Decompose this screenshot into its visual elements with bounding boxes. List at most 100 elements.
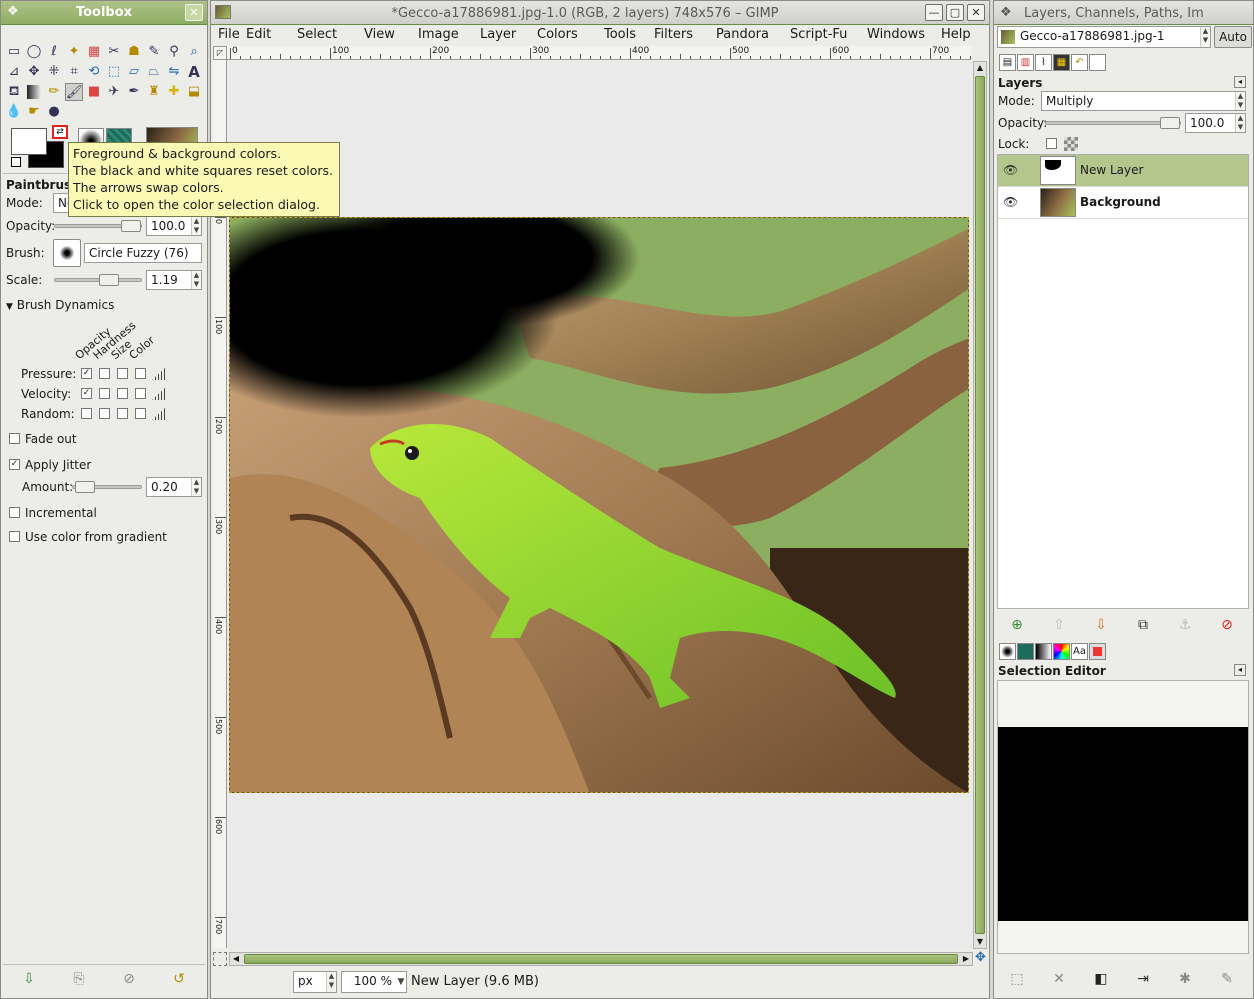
layer-mode-select[interactable]: Multiply ▲ ▼ [1041, 91, 1246, 111]
align-icon[interactable]: ⁜ [45, 63, 63, 81]
brush-preview-button[interactable] [53, 239, 81, 267]
perspective-icon[interactable]: ⏢ [145, 63, 163, 81]
brush-name-field[interactable]: Circle Fuzzy (76) [84, 243, 202, 263]
dynamics-checkbox[interactable] [135, 408, 146, 419]
rotate-icon[interactable]: ⟲ [85, 63, 103, 81]
menu-scriptfu[interactable]: Script-Fu [790, 27, 847, 42]
ink-icon[interactable]: ✒ [125, 83, 143, 101]
amount-slider-knob[interactable] [75, 481, 95, 493]
spin-arrows-icon[interactable]: ▲ ▼ [1200, 27, 1210, 47]
scroll-down-icon[interactable]: ▼ [974, 936, 986, 948]
menu-layer[interactable]: Layer [480, 27, 516, 42]
scale-spinbox[interactable]: 1.19 ▲ ▼ [146, 270, 202, 290]
maximize-icon[interactable]: ▢ [946, 4, 964, 21]
eye-icon[interactable]: 👁 [1003, 163, 1018, 177]
blend-icon[interactable] [27, 85, 41, 99]
foreground-color-swatch[interactable] [11, 128, 47, 155]
undo-tab-icon[interactable]: ↶ [1071, 54, 1088, 71]
color-picker-icon[interactable]: ⚲ [165, 43, 183, 61]
scale-slider-knob[interactable] [99, 274, 119, 286]
curve-icon[interactable] [152, 387, 166, 400]
close-icon[interactable]: ✕ [185, 4, 203, 21]
layers-dock-titlebar[interactable]: ❖ Layers, Channels, Paths, Im [994, 1, 1253, 25]
save-options-icon[interactable]: ⇩ [19, 969, 39, 989]
apply-jitter-checkbox[interactable]: ✓ [9, 459, 20, 470]
amount-slider[interactable] [72, 481, 142, 493]
dynamics-checkbox[interactable] [81, 408, 92, 419]
layer-opacity-slider-knob[interactable] [1160, 117, 1180, 129]
gradients-tab-icon[interactable] [1035, 643, 1052, 660]
text-icon[interactable]: A [185, 63, 203, 81]
layer-opacity-slider[interactable] [1045, 117, 1181, 129]
dynamics-checkbox[interactable] [117, 388, 128, 399]
colormap-tab-icon[interactable]: ▦ [1053, 54, 1070, 71]
scissors-icon[interactable]: ✂ [105, 43, 123, 61]
scroll-right-icon[interactable]: ▶ [960, 953, 972, 965]
selection-preview-area[interactable] [997, 680, 1249, 954]
crop-icon[interactable]: ⌗ [65, 63, 83, 81]
lock-alpha-checkbox[interactable] [1046, 138, 1057, 149]
flip-icon[interactable]: ⇋ [165, 63, 183, 81]
duplicate-layer-icon[interactable]: ⧉ [1133, 615, 1153, 635]
free-select-icon[interactable]: ℓ [45, 43, 63, 61]
menu-tools[interactable]: Tools [604, 27, 636, 42]
bucket-fill-icon[interactable]: ⛾ [5, 83, 23, 101]
fade-out-checkbox[interactable] [9, 433, 20, 444]
scale-slider[interactable] [54, 274, 142, 286]
blur-icon[interactable]: 💧 [5, 103, 23, 121]
ruler-corner[interactable]: ◸ [213, 46, 227, 60]
fuzzy-select-icon[interactable]: ✦ [65, 43, 83, 61]
lower-layer-icon[interactable]: ⇩ [1091, 615, 1111, 635]
brushes-tab-icon[interactable] [999, 643, 1016, 660]
dynamics-checkbox[interactable] [135, 368, 146, 379]
paths-tab-icon[interactable]: ⌇ [1035, 54, 1052, 71]
move-icon[interactable]: ✥ [25, 63, 43, 81]
brush-dynamics-expander[interactable]: ▼ Brush Dynamics [6, 298, 114, 312]
palettes-tab-icon[interactable] [1053, 643, 1070, 660]
dynamics-checkbox[interactable] [99, 388, 110, 399]
menu-view[interactable]: View [364, 27, 395, 42]
dynamics-checkbox[interactable] [99, 368, 110, 379]
use-gradient-checkbox[interactable] [9, 531, 20, 542]
vertical-scrollbar[interactable]: ▲ ▼ [973, 61, 987, 949]
menu-windows[interactable]: Windows [867, 27, 925, 42]
scroll-up-icon[interactable]: ▲ [974, 62, 986, 74]
menu-help[interactable]: Help [941, 27, 971, 42]
layer-row-new-layer[interactable]: 👁 New Layer [998, 155, 1248, 187]
delete-layer-icon[interactable]: ⊘ [1217, 615, 1237, 635]
spin-arrows-icon[interactable]: ▲ ▼ [191, 217, 201, 235]
minimize-icon[interactable]: — [925, 4, 943, 21]
histogram-tab-icon[interactable] [1089, 54, 1106, 71]
channels-tab-icon[interactable]: ▥ [1017, 54, 1034, 71]
paths-icon[interactable]: ✎ [145, 43, 163, 61]
spin-arrows-icon[interactable]: ▲ ▼ [1235, 114, 1245, 132]
stroke-selection-icon[interactable]: ✎ [1217, 969, 1237, 989]
close-icon[interactable]: ✕ [967, 4, 985, 21]
layer-row-background[interactable]: 👁 Background [998, 187, 1248, 219]
pencil-icon[interactable]: ✏ [45, 83, 63, 101]
measure-icon[interactable]: ⊿ [5, 63, 23, 81]
ellipse-select-icon[interactable]: ◯ [25, 43, 43, 61]
restore-options-icon[interactable]: ⎘ [69, 969, 89, 989]
curve-icon[interactable] [152, 367, 166, 380]
vertical-scroll-thumb[interactable] [975, 76, 985, 934]
dynamics-checkbox[interactable] [99, 408, 110, 419]
auto-button[interactable]: Auto [1214, 26, 1252, 48]
menu-colors[interactable]: Colors [537, 27, 578, 42]
reset-colors-icon[interactable] [11, 157, 21, 167]
scale-icon[interactable]: ⬚ [105, 63, 123, 81]
menu-pandora[interactable]: Pandora [716, 27, 769, 42]
selection-editor-tab-icon[interactable] [1089, 643, 1106, 660]
horizontal-ruler[interactable]: 0 100 200 300 400 500 600 700 [227, 46, 971, 60]
zoom-select[interactable]: 100 % ▼ [341, 971, 407, 993]
perspective-clone-icon[interactable]: ⬓ [185, 83, 203, 101]
anchor-layer-icon[interactable]: ⚓ [1175, 615, 1195, 635]
gimp-menu-icon[interactable]: ❖ [1000, 5, 1012, 20]
select-all-icon[interactable]: ⬚ [1007, 969, 1027, 989]
eraser-icon[interactable]: ■ [85, 83, 103, 101]
spin-arrows-icon[interactable]: ▲ ▼ [191, 271, 201, 289]
heal-icon[interactable]: ✚ [165, 83, 183, 101]
menu-select[interactable]: Select [297, 27, 337, 42]
curve-icon[interactable] [152, 407, 166, 420]
fonts-tab-icon[interactable]: Aa [1071, 643, 1088, 660]
